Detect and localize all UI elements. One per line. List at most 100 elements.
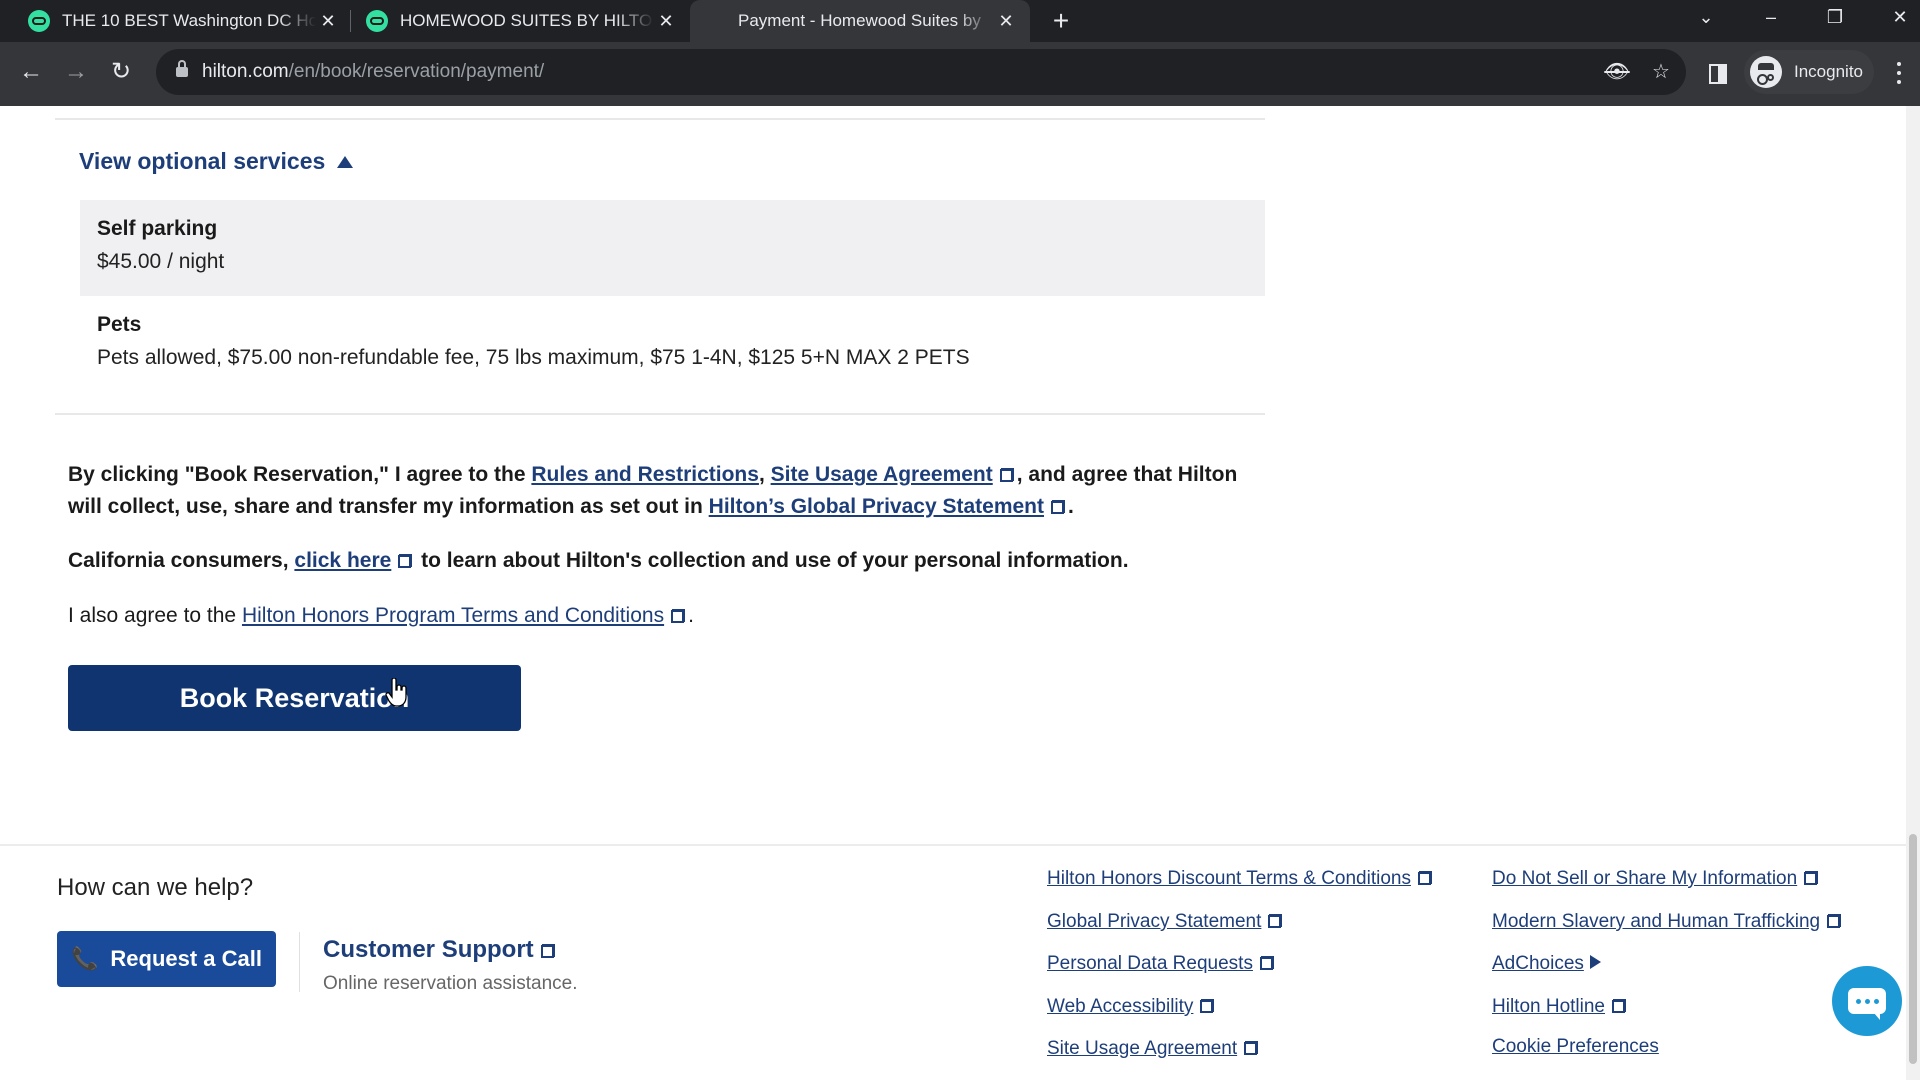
- toggle-label: View optional services: [79, 148, 326, 174]
- footer-link[interactable]: Hilton Hotline: [1492, 996, 1629, 1018]
- restore-button[interactable]: ❐: [1815, 0, 1855, 36]
- external-link-icon: [398, 554, 413, 568]
- external-link-icon: [1244, 1041, 1259, 1055]
- tab-payment-active[interactable]: Payment - Homewood Suites by ✕: [690, 0, 1030, 42]
- support-description: Online reservation assistance.: [323, 973, 578, 994]
- url-path: /en/book/reservation/payment/: [288, 61, 545, 82]
- footer-link-label: Web Accessibility: [1047, 996, 1194, 1017]
- footer-link-label: Modern Slavery and Human Trafficking: [1492, 911, 1821, 932]
- external-link-icon: [1200, 999, 1215, 1013]
- footer-link[interactable]: Personal Data Requests: [1047, 953, 1277, 975]
- external-link-icon: [540, 944, 555, 958]
- section-divider: [55, 118, 1265, 120]
- footer-link[interactable]: Web Accessibility: [1047, 996, 1217, 1018]
- footer-link-label: Personal Data Requests: [1047, 953, 1253, 974]
- service-name: Self parking: [97, 217, 218, 240]
- global-privacy-statement-link[interactable]: Hilton’s Global Privacy Statement: [709, 495, 1044, 518]
- external-link-icon: [1259, 956, 1274, 970]
- footer-link-label: Hilton Honors Discount Terms & Condition…: [1047, 868, 1411, 889]
- external-link-icon: [1612, 999, 1626, 1013]
- hand-cursor-icon: [385, 678, 407, 707]
- footer-divider: [0, 844, 1906, 846]
- phone-icon: 📞: [70, 946, 99, 971]
- external-link-icon: [1051, 500, 1065, 514]
- new-tab-button[interactable]: +: [1046, 6, 1076, 36]
- rules-and-restrictions-link[interactable]: Rules and Restrictions: [531, 463, 759, 486]
- honors-text: I also agree to the: [68, 604, 242, 627]
- caret-up-icon: [337, 155, 354, 168]
- external-link-icon: [1804, 871, 1819, 885]
- chat-button[interactable]: [1832, 966, 1902, 1036]
- forward-button[interactable]: →: [58, 54, 94, 90]
- footer-link-label: Do Not Sell or Share My Information: [1492, 868, 1798, 889]
- footer-link-label: AdChoices: [1492, 953, 1584, 974]
- california-consumers-text: California consumers, click here to lear…: [68, 545, 1268, 577]
- side-panel-icon[interactable]: [1709, 64, 1727, 84]
- scrollbar-thumb[interactable]: [1909, 834, 1917, 1064]
- terms-text: ,: [758, 463, 771, 486]
- chat-bubble-icon: [1848, 988, 1886, 1020]
- close-tab-icon[interactable]: ✕: [994, 11, 1018, 32]
- tab-title: THE 10 BEST Washington DC Ho: [62, 11, 316, 30]
- service-name: Pets: [97, 313, 142, 336]
- page-scrollbar[interactable]: [1906, 106, 1920, 1080]
- california-text: to learn about Hilton's collection and u…: [415, 549, 1129, 572]
- incognito-label: Incognito: [1794, 62, 1863, 81]
- tab-tripadvisor-best[interactable]: THE 10 BEST Washington DC Ho ✕: [28, 0, 340, 42]
- back-button[interactable]: ←: [13, 54, 49, 90]
- tab-strip: THE 10 BEST Washington DC Ho ✕ HOMEWOOD …: [0, 0, 1920, 42]
- customer-support-link[interactable]: Customer Support: [323, 936, 558, 964]
- browser-menu-icon[interactable]: [1896, 62, 1902, 84]
- footer-link-label: Site Usage Agreement: [1047, 1038, 1238, 1059]
- tab-search-icon[interactable]: ⌄: [1686, 0, 1726, 36]
- browser-toolbar: ← → ↻ hilton.com/en/book/reservation/pay…: [0, 42, 1920, 106]
- reload-button[interactable]: ↻: [103, 54, 139, 90]
- customer-support-label: Customer Support: [323, 936, 534, 963]
- address-bar[interactable]: hilton.com/en/book/reservation/payment/ …: [156, 49, 1686, 95]
- close-tab-icon[interactable]: ✕: [316, 11, 340, 32]
- honors-terms-text: I also agree to the Hilton Honors Progra…: [68, 600, 1268, 632]
- view-optional-services-toggle[interactable]: View optional services: [79, 148, 354, 175]
- terms-text: By clicking "Book Reservation," I agree …: [68, 463, 532, 486]
- close-tab-icon[interactable]: ✕: [654, 11, 678, 32]
- service-item-self-parking: Self parking $45.00 / night: [80, 200, 1265, 296]
- payment-page: View optional services Self parking $45.…: [0, 106, 1906, 1080]
- external-link-icon: [671, 609, 686, 623]
- footer-link[interactable]: Hilton Honors Discount Terms & Condition…: [1047, 868, 1435, 890]
- minimize-button[interactable]: –: [1751, 0, 1791, 36]
- tab-title: Payment - Homewood Suites by: [738, 11, 981, 30]
- support-divider: [299, 932, 300, 992]
- service-price: $45.00 / night: [97, 250, 225, 273]
- service-description: Pets allowed, $75.00 non-refundable fee,…: [97, 346, 970, 369]
- footer-link-label: Hilton Hotline: [1492, 996, 1605, 1017]
- footer-link-label: Global Privacy Statement: [1047, 911, 1262, 932]
- service-item-pets: Pets Pets allowed, $75.00 non-refundable…: [80, 296, 1265, 392]
- book-reservation-button[interactable]: Book Reservation: [68, 665, 521, 731]
- footer-link[interactable]: Cookie Preferences: [1492, 1036, 1659, 1058]
- url-text[interactable]: hilton.com/en/book/reservation/payment/: [202, 61, 544, 83]
- incognito-icon: [1750, 56, 1782, 88]
- request-a-call-button[interactable]: 📞 Request a Call: [57, 931, 276, 987]
- request-call-label: Request a Call: [110, 946, 262, 971]
- bookmark-star-icon[interactable]: ☆: [1648, 59, 1674, 85]
- incognito-profile-button[interactable]: Incognito: [1744, 50, 1874, 94]
- footer-link[interactable]: Do Not Sell or Share My Information: [1492, 868, 1821, 890]
- tripadvisor-icon: [366, 10, 388, 32]
- help-title: How can we help?: [57, 874, 254, 901]
- footer-link[interactable]: Site Usage Agreement: [1047, 1038, 1261, 1060]
- tab-homewood-tripadvisor[interactable]: HOMEWOOD SUITES BY HILTON ✕: [366, 0, 678, 42]
- terms-agreement-text: By clicking "Book Reservation," I agree …: [68, 459, 1268, 523]
- tracking-protection-icon[interactable]: 👁: [1604, 59, 1630, 85]
- hilton-honors-terms-link[interactable]: Hilton Honors Program Terms and Conditio…: [242, 604, 664, 627]
- window-close-button[interactable]: ✕: [1880, 0, 1920, 36]
- external-link-icon: [1268, 914, 1283, 928]
- terms-text: .: [1068, 495, 1074, 518]
- footer-link[interactable]: AdChoices: [1492, 953, 1601, 975]
- tripadvisor-icon: [28, 10, 50, 32]
- footer-link[interactable]: Global Privacy Statement: [1047, 911, 1285, 933]
- footer-link[interactable]: Modern Slavery and Human Trafficking: [1492, 911, 1844, 933]
- footer-link-label: Cookie Preferences: [1492, 1036, 1659, 1057]
- lock-icon[interactable]: [176, 60, 188, 78]
- site-usage-agreement-link[interactable]: Site Usage Agreement: [771, 463, 993, 486]
- click-here-link[interactable]: click here: [294, 549, 391, 572]
